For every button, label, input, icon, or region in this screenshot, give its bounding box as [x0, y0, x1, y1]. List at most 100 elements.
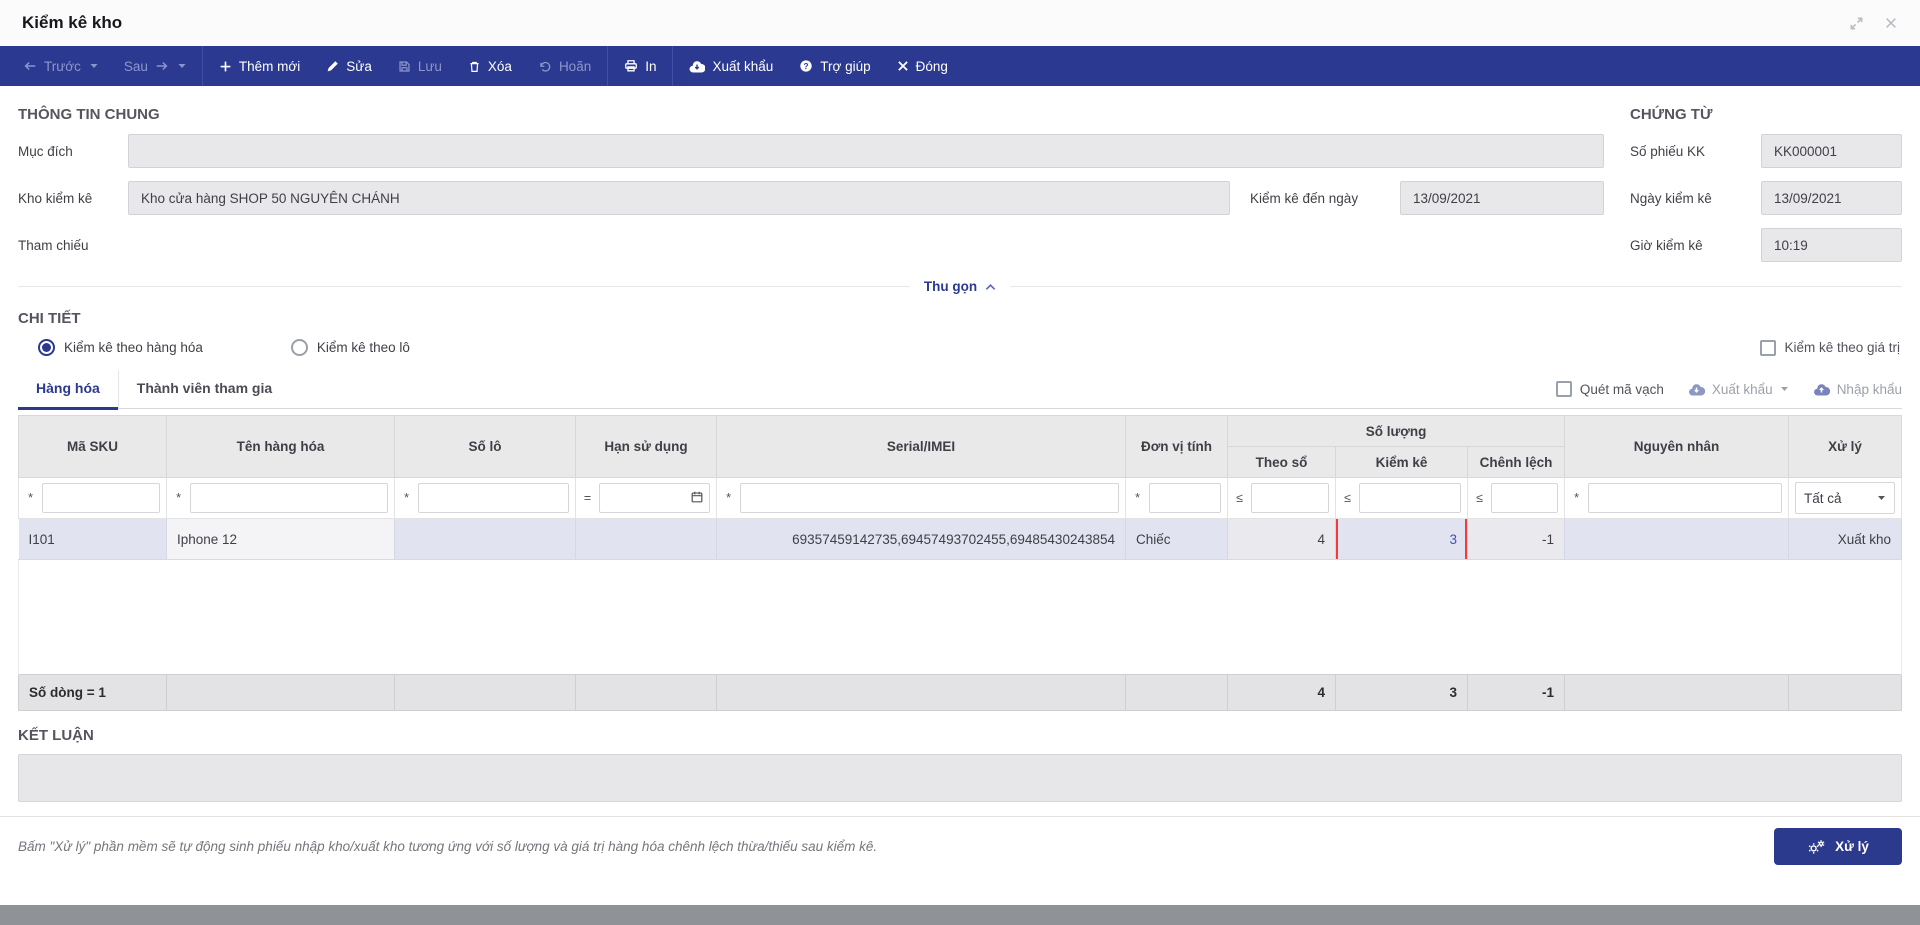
- summary-row: Số dòng = 1 4 3 -1: [18, 674, 1902, 711]
- count-to-date-input[interactable]: 13/09/2021: [1400, 181, 1604, 215]
- tab-products[interactable]: Hàng hóa: [18, 370, 118, 410]
- delete-button[interactable]: Xóa: [455, 46, 525, 86]
- filter-book-qty-input[interactable]: [1251, 483, 1329, 513]
- reference-input[interactable]: [128, 228, 1604, 262]
- filter-op-lte[interactable]: ≤: [1474, 491, 1485, 505]
- filter-unit-input[interactable]: [1149, 483, 1221, 513]
- process-button[interactable]: Xử lý: [1774, 828, 1902, 865]
- cell-unit[interactable]: Chiếc: [1125, 518, 1228, 560]
- cell-serial[interactable]: 69357459142735,69457493702455,6948543024…: [716, 518, 1126, 560]
- filter-counted-qty-input[interactable]: [1359, 483, 1461, 513]
- purpose-label: Mục đích: [18, 143, 73, 159]
- empty-rows-area: [18, 559, 1902, 675]
- undo-button[interactable]: Hoãn: [525, 46, 604, 86]
- filter-op-contains[interactable]: *: [401, 491, 412, 505]
- edit-button[interactable]: Sửa: [313, 46, 385, 86]
- count-date-label: Ngày kiểm kê: [1630, 190, 1712, 206]
- general-info-section: THÔNG TIN CHUNG Mục đích Kho kiểm kê Kho…: [18, 86, 1902, 275]
- cell-diff-qty[interactable]: -1: [1467, 518, 1566, 560]
- toolbar: Trước Sau Thêm mới Sửa Lưu Xóa Hoãn In X…: [0, 46, 1920, 86]
- conclusion-input[interactable]: [18, 754, 1902, 802]
- arrow-right-icon: [156, 61, 168, 71]
- filter-op-contains[interactable]: *: [173, 491, 184, 505]
- col-counted-qty[interactable]: Kiểm kê: [1335, 446, 1468, 478]
- pencil-icon: [327, 60, 339, 71]
- printer-icon: [625, 60, 638, 72]
- chevron-down-icon: [1780, 387, 1788, 391]
- table-export-button[interactable]: Xuất khẩu: [1688, 382, 1789, 397]
- filter-op-lte[interactable]: ≤: [1234, 491, 1245, 505]
- cell-counted-qty-highlighted[interactable]: 3: [1335, 518, 1468, 560]
- col-serial[interactable]: Serial/IMEI: [716, 415, 1126, 478]
- radio-selected-icon: [38, 339, 55, 356]
- calendar-icon[interactable]: [690, 490, 704, 504]
- sheet-number-input[interactable]: KK000001: [1761, 134, 1902, 168]
- expand-icon[interactable]: [1849, 16, 1864, 31]
- cell-expiry[interactable]: [575, 518, 717, 560]
- close-document-button[interactable]: Đóng: [884, 46, 961, 86]
- col-sku[interactable]: Mã SKU: [18, 415, 167, 478]
- count-time-input[interactable]: 10:19: [1761, 228, 1902, 262]
- save-button[interactable]: Lưu: [385, 46, 455, 86]
- col-diff-qty[interactable]: Chênh lệch: [1466, 446, 1566, 478]
- help-button[interactable]: ? Trợ giúp: [786, 46, 883, 86]
- col-book-qty[interactable]: Theo sổ: [1227, 446, 1336, 478]
- document-heading: CHỨNG TỪ: [1630, 106, 1713, 123]
- filter-lot-input[interactable]: [418, 483, 569, 513]
- cloud-download-icon: [690, 60, 706, 73]
- inventory-count-window: Kiểm kê kho Trước Sau Thêm mới Sửa Lưu X…: [0, 0, 1920, 905]
- cell-lot[interactable]: [394, 518, 576, 560]
- col-unit[interactable]: Đơn vị tính: [1125, 415, 1228, 478]
- filter-reason-input[interactable]: [1588, 483, 1783, 513]
- cell-book-qty[interactable]: 4: [1227, 518, 1336, 560]
- counted-qty-total: 3: [1335, 674, 1468, 711]
- scan-barcode-checkbox[interactable]: Quét mã vạch: [1555, 381, 1664, 397]
- general-info-heading: THÔNG TIN CHUNG: [18, 106, 160, 123]
- checkbox-icon: [1555, 381, 1572, 397]
- plus-icon: [220, 61, 231, 71]
- cell-action[interactable]: Xuất kho: [1788, 518, 1902, 560]
- filter-op-contains[interactable]: *: [723, 491, 734, 505]
- checkbox-icon: [1760, 339, 1777, 356]
- col-reason[interactable]: Nguyên nhân: [1564, 415, 1790, 478]
- print-button[interactable]: In: [611, 46, 669, 86]
- filter-action-select[interactable]: Tất cả: [1795, 482, 1895, 514]
- cell-name[interactable]: Iphone 12: [166, 518, 395, 560]
- radio-by-lot[interactable]: Kiểm kê theo lô: [290, 339, 410, 356]
- filter-op-contains[interactable]: *: [1571, 491, 1582, 505]
- export-button[interactable]: Xuất khẩu: [676, 46, 786, 86]
- products-table: Mã SKU Tên hàng hóa Số lô Hạn sử dụng Se…: [18, 415, 1902, 711]
- chevron-down-icon: [90, 64, 98, 68]
- close-icon[interactable]: [1884, 16, 1898, 30]
- prev-button[interactable]: Trước: [10, 46, 111, 86]
- filter-diff-qty-input[interactable]: [1491, 483, 1559, 513]
- cell-sku[interactable]: I101: [18, 518, 167, 560]
- filter-op-contains[interactable]: *: [1132, 491, 1143, 505]
- table-row[interactable]: I101 Iphone 12 69357459142735,6945749370…: [18, 518, 1902, 560]
- document-section: CHỨNG TỪ Số phiếu KK KK000001 Ngày kiểm …: [1630, 86, 1902, 275]
- cell-reason[interactable]: [1564, 518, 1790, 560]
- tab-participants[interactable]: Thành viên tham gia: [117, 370, 290, 408]
- checkbox-by-value[interactable]: Kiểm kê theo giá trị: [1760, 339, 1900, 356]
- col-expiry[interactable]: Hạn sử dụng: [575, 415, 717, 478]
- divider: [18, 286, 910, 287]
- cloud-download-icon: [1688, 383, 1705, 396]
- col-action[interactable]: Xử lý: [1788, 415, 1902, 478]
- filter-name-input[interactable]: [190, 483, 388, 513]
- purpose-input[interactable]: [128, 134, 1604, 168]
- table-import-button[interactable]: Nhập khẩu: [1813, 382, 1902, 397]
- col-lot[interactable]: Số lô: [394, 415, 576, 478]
- gears-icon: [1808, 839, 1825, 854]
- filter-sku-input[interactable]: [42, 483, 160, 513]
- col-name[interactable]: Tên hàng hóa: [166, 415, 395, 478]
- warehouse-input[interactable]: Kho cửa hàng SHOP 50 NGUYÊN CHÁNH: [128, 181, 1230, 215]
- filter-op-lte[interactable]: ≤: [1342, 491, 1353, 505]
- collapse-toggle[interactable]: Thu gọn: [924, 279, 996, 294]
- filter-serial-input[interactable]: [740, 483, 1119, 513]
- filter-op-equals[interactable]: =: [582, 491, 593, 505]
- radio-by-product[interactable]: Kiểm kê theo hàng hóa: [38, 339, 203, 356]
- next-button[interactable]: Sau: [111, 46, 199, 86]
- filter-op-contains[interactable]: *: [25, 491, 36, 505]
- add-new-button[interactable]: Thêm mới: [206, 46, 313, 86]
- count-date-input[interactable]: 13/09/2021: [1761, 181, 1902, 215]
